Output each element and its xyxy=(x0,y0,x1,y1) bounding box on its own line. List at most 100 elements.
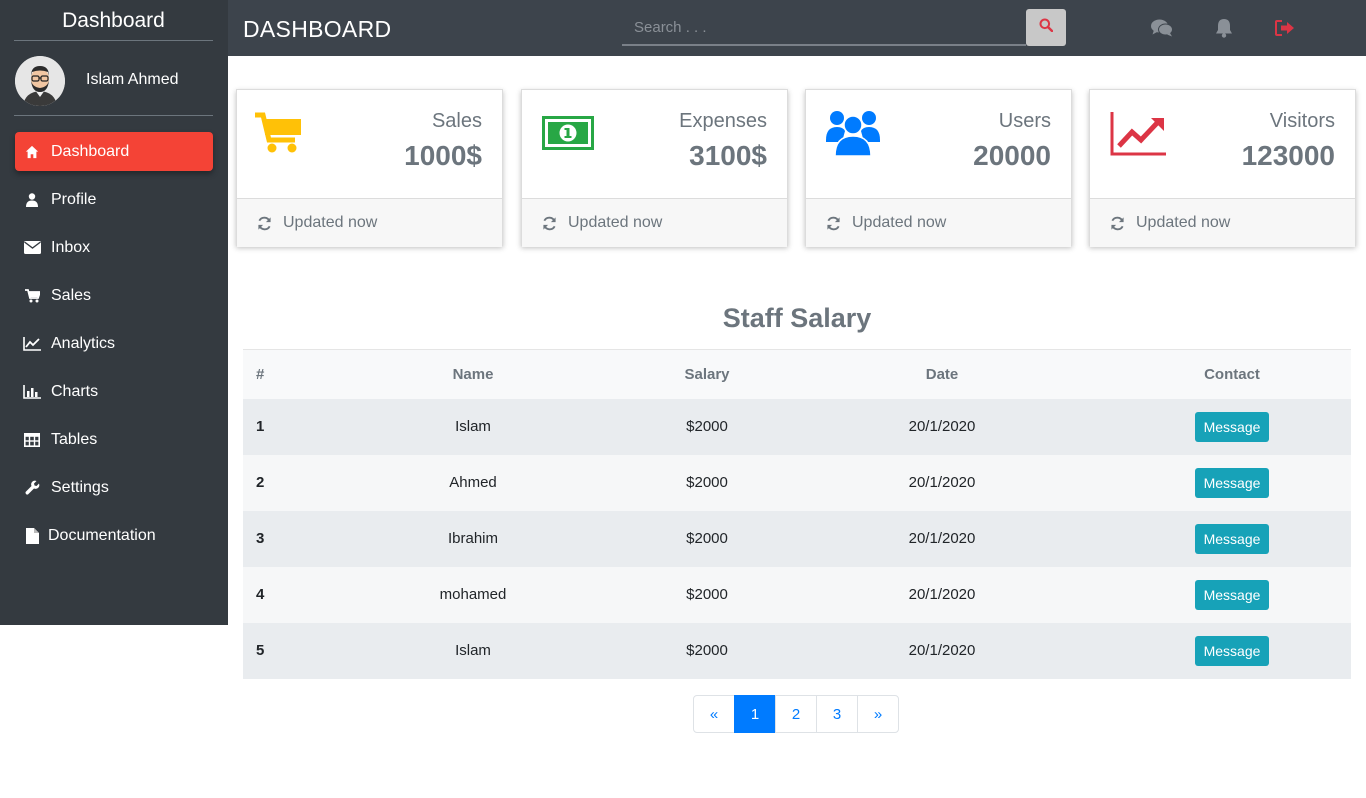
row-contact: Message xyxy=(1113,622,1351,679)
search-input[interactable] xyxy=(622,9,1026,46)
message-button[interactable]: Message xyxy=(1194,523,1270,554)
sidebar-item-sales[interactable]: Sales xyxy=(15,276,213,315)
money-icon xyxy=(542,116,594,155)
refresh-icon xyxy=(542,216,557,231)
table-row: 3 Ibrahim $2000 20/1/2020 Message xyxy=(243,510,1351,567)
card-value: 123000 xyxy=(1241,140,1335,171)
refresh-icon xyxy=(826,216,841,231)
pagination-page-1[interactable]: 1 xyxy=(734,695,776,733)
stat-card-visitors: Visitors 123000 Updated now xyxy=(1089,89,1356,247)
row-contact: Message xyxy=(1113,454,1351,511)
sidebar-item-analytics[interactable]: Analytics xyxy=(15,324,213,363)
cart-icon xyxy=(255,112,303,159)
sidebar-item-settings[interactable]: Settings xyxy=(15,468,213,507)
home-icon xyxy=(23,143,41,161)
row-salary: $2000 xyxy=(643,622,771,679)
stat-card-sales: Sales 1000$ Updated now xyxy=(236,89,503,247)
message-button[interactable]: Message xyxy=(1194,579,1270,610)
row-date: 20/1/2020 xyxy=(771,454,1113,511)
table-row: 5 Islam $2000 20/1/2020 Message xyxy=(243,622,1351,679)
row-date: 20/1/2020 xyxy=(771,622,1113,679)
pagination: « 1 2 3 » xyxy=(693,695,899,733)
stat-card-users: Users 20000 Updated now xyxy=(805,89,1072,247)
sidebar-item-charts[interactable]: Charts xyxy=(15,372,213,411)
card-label: Visitors xyxy=(1269,110,1335,132)
row-number: 4 xyxy=(243,566,303,623)
sidebar-item-label: Analytics xyxy=(51,334,116,352)
column-header-salary[interactable]: Salary xyxy=(643,349,771,399)
card-value: 20000 xyxy=(973,140,1051,171)
sidebar-item-documentation[interactable]: Documentation xyxy=(15,516,213,555)
pagination-next[interactable]: » xyxy=(857,695,899,733)
avatar[interactable] xyxy=(15,56,65,106)
row-salary: $2000 xyxy=(643,454,771,511)
row-number: 3 xyxy=(243,510,303,567)
row-name: Ahmed xyxy=(303,454,643,511)
table-title: Staff Salary xyxy=(722,303,872,333)
message-button[interactable]: Message xyxy=(1194,411,1270,442)
row-number: 5 xyxy=(243,622,303,679)
table-row: 1 Islam $2000 20/1/2020 Message xyxy=(243,398,1351,455)
row-number: 2 xyxy=(243,454,303,511)
cart-icon xyxy=(23,287,41,305)
sidebar-item-inbox[interactable]: Inbox xyxy=(15,228,213,267)
envelope-icon xyxy=(23,239,41,257)
user-name: Islam Ahmed xyxy=(86,71,179,88)
message-button[interactable]: Message xyxy=(1194,467,1270,498)
sidebar-item-label: Settings xyxy=(51,478,109,496)
sidebar-item-label: Documentation xyxy=(48,526,156,544)
user-panel: Islam Ahmed xyxy=(14,41,213,116)
pagination-prev[interactable]: « xyxy=(693,695,735,733)
table-icon xyxy=(23,431,41,449)
comments-icon[interactable] xyxy=(1150,17,1174,39)
row-salary: $2000 xyxy=(643,566,771,623)
search-button[interactable] xyxy=(1026,9,1066,46)
topbar: DASHBOARD xyxy=(228,0,1366,56)
user-icon xyxy=(23,191,41,209)
sign-out-icon[interactable] xyxy=(1273,17,1297,39)
bar-chart-icon xyxy=(23,383,41,401)
column-header-contact[interactable]: Contact xyxy=(1113,349,1351,399)
search-box xyxy=(622,9,1026,46)
stat-card-expenses: Expenses 3100$ Updated now xyxy=(521,89,788,247)
card-value: 3100$ xyxy=(689,140,767,171)
line-chart-icon xyxy=(1110,112,1166,161)
table-row: 2 Ahmed $2000 20/1/2020 Message xyxy=(243,454,1351,511)
row-name: Islam xyxy=(303,622,643,679)
sidebar-item-profile[interactable]: Profile xyxy=(15,180,213,219)
row-contact: Message xyxy=(1113,566,1351,623)
sidebar-item-label: Charts xyxy=(51,382,99,400)
card-label: Users xyxy=(998,110,1051,132)
card-footer-text: Updated now xyxy=(852,214,947,231)
row-date: 20/1/2020 xyxy=(771,510,1113,567)
column-header-name[interactable]: Name xyxy=(303,349,643,399)
row-name: Ibrahim xyxy=(303,510,643,567)
card-footer-text: Updated now xyxy=(283,214,378,231)
row-contact: Message xyxy=(1113,398,1351,455)
row-name: mohamed xyxy=(303,566,643,623)
sidebar-item-label: Inbox xyxy=(51,238,91,256)
sidebar-item-tables[interactable]: Tables xyxy=(15,420,213,459)
column-header-number[interactable]: # xyxy=(243,349,303,399)
message-button[interactable]: Message xyxy=(1194,635,1270,666)
sidebar-brand: Dashboard xyxy=(14,0,213,41)
row-name: Islam xyxy=(303,398,643,455)
column-header-date[interactable]: Date xyxy=(771,349,1113,399)
row-date: 20/1/2020 xyxy=(771,566,1113,623)
table-header-row: # Name Salary Date Contact xyxy=(243,349,1351,399)
pagination-page-2[interactable]: 2 xyxy=(775,695,817,733)
bell-icon[interactable] xyxy=(1212,17,1236,39)
sidebar-item-dashboard[interactable]: Dashboard xyxy=(15,132,213,171)
refresh-icon xyxy=(257,216,272,231)
search-icon xyxy=(1039,18,1054,37)
users-icon xyxy=(826,108,880,163)
pagination-page-3[interactable]: 3 xyxy=(816,695,858,733)
line-chart-icon xyxy=(23,335,41,353)
card-label: Sales xyxy=(431,110,482,132)
card-footer-text: Updated now xyxy=(1136,214,1231,231)
file-icon xyxy=(23,527,41,545)
staff-salary-table: # Name Salary Date Contact 1 Islam $2000… xyxy=(243,349,1351,679)
row-salary: $2000 xyxy=(643,398,771,455)
row-contact: Message xyxy=(1113,510,1351,567)
sidebar-item-label: Profile xyxy=(51,190,97,208)
